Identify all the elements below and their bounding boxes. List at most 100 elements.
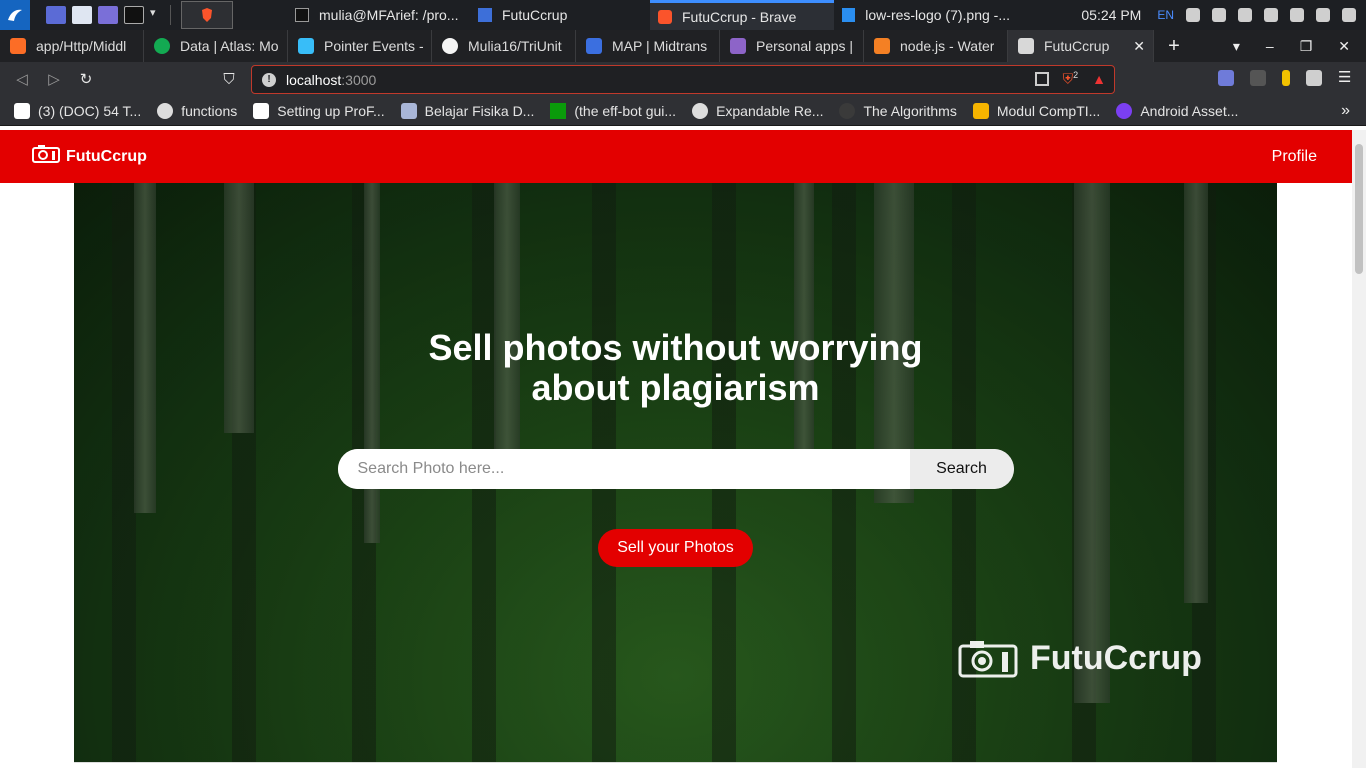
- globe-icon: [157, 102, 174, 119]
- bookmark-expandable[interactable]: Expandable Re...: [692, 102, 823, 119]
- vpn-icon[interactable]: [1212, 8, 1226, 22]
- quick-launch: ▾: [46, 6, 160, 24]
- gitlab-icon: [10, 38, 26, 54]
- pattern-icon: [400, 102, 417, 119]
- profile-link[interactable]: Profile: [1272, 148, 1317, 166]
- browser-menu-icon[interactable]: ☰: [1338, 70, 1354, 86]
- taskbar-task-terminal[interactable]: mulia@MFArief: /pro...: [287, 0, 470, 30]
- hero-section: Sell photos without worrying about plagi…: [74, 183, 1277, 763]
- bookmark-icon[interactable]: ⛉: [213, 71, 245, 88]
- scrollbar-thumb[interactable]: [1355, 144, 1363, 274]
- bookmark-functions[interactable]: functions: [157, 102, 237, 119]
- omnibox-actions: ⛨2 ▲: [1034, 70, 1106, 88]
- address-port: :3000: [341, 71, 377, 88]
- color-extension-icon[interactable]: [1282, 70, 1290, 86]
- camera-logo-icon: [32, 145, 60, 168]
- brave-shields-icon[interactable]: ⛨2: [1063, 70, 1079, 88]
- search-button[interactable]: Search: [909, 449, 1014, 489]
- google-drive-icon: [972, 102, 989, 119]
- tab-gitlab[interactable]: app/Http/Middl: [0, 30, 144, 62]
- bookmark-effbot[interactable]: (the eff-bot gui...: [550, 102, 676, 119]
- android-asset-icon: [1116, 102, 1133, 119]
- academia-icon: [14, 102, 30, 119]
- browser-toolbar: ◁ ▷ ↻ ⛉ ! localhost:3000 ⛨2 ▲ ☰: [0, 62, 1366, 96]
- shields-count: 2: [1073, 70, 1079, 80]
- watermark-text: FutuCcrup: [1030, 639, 1202, 677]
- bookmarks-overflow-button[interactable]: »: [1341, 102, 1350, 120]
- browser-tab-strip: app/Http/Middl Data | Atlas: Mo Pointer …: [0, 30, 1366, 62]
- brave-launcher-icon[interactable]: [181, 1, 233, 29]
- back-icon[interactable]: ◁: [6, 70, 38, 88]
- window-controls: ▾ – ❐ ✕: [1233, 30, 1366, 62]
- futuccrup-watermark: FutuCcrup: [958, 639, 1202, 678]
- forward-icon[interactable]: ▷: [38, 70, 70, 88]
- globe-icon: [692, 102, 709, 119]
- brand-link[interactable]: FutuCcrup: [32, 145, 147, 168]
- power-icon[interactable]: [1342, 8, 1356, 22]
- taskbar-task-vscode[interactable]: low-res-logo (7).png -...: [834, 0, 1018, 30]
- tab-futuccrup[interactable]: FutuCcrup ✕: [1008, 30, 1154, 62]
- incognito-hat-icon[interactable]: [1250, 70, 1266, 86]
- desktop-icon[interactable]: [46, 6, 66, 24]
- keyboard-layout[interactable]: EN: [1157, 8, 1174, 22]
- qr-code-icon[interactable]: [1034, 71, 1049, 86]
- file-manager-icon[interactable]: [72, 6, 92, 24]
- search-input[interactable]: [337, 449, 910, 489]
- sell-photos-button[interactable]: Sell your Photos: [598, 529, 753, 567]
- midtrans-icon: [586, 38, 602, 54]
- close-window-icon[interactable]: ✕: [1338, 38, 1350, 55]
- taskbar-task-brave[interactable]: FutuCcrup - Brave: [650, 0, 834, 30]
- maximize-icon[interactable]: ❐: [1300, 38, 1313, 55]
- start-menu-icon[interactable]: [0, 0, 30, 30]
- tab-stackoverflow[interactable]: node.js - Water: [864, 30, 1008, 62]
- mongodb-leaf-icon: [154, 38, 170, 54]
- brand-name: FutuCcrup: [66, 147, 147, 165]
- translate-extension-icon[interactable]: [1218, 70, 1234, 86]
- wifi-icon[interactable]: [1186, 8, 1200, 22]
- github-icon: [442, 38, 458, 54]
- bookmark-academia[interactable]: (3) (DOC) 54 T...: [14, 102, 141, 119]
- camera-watermark-icon: [958, 640, 1018, 677]
- page-scrollbar[interactable]: [1352, 130, 1366, 768]
- brave-icon: [658, 9, 672, 24]
- site-info-icon[interactable]: !: [262, 72, 276, 87]
- system-tray: 05:24 PM EN: [1081, 0, 1366, 30]
- github-icon: [839, 102, 856, 119]
- bookmark-comptia[interactable]: Modul CompTI...: [972, 102, 1100, 119]
- taskbar-divider: [170, 5, 171, 25]
- address-bar[interactable]: ! localhost:3000 ⛨2 ▲: [251, 65, 1115, 94]
- bookmark-fisika[interactable]: Belajar Fisika D...: [400, 102, 534, 119]
- battery-icon[interactable]: [1290, 8, 1304, 22]
- close-tab-icon[interactable]: ✕: [1133, 38, 1145, 55]
- tailwind-icon: [298, 38, 314, 54]
- chevron-down-icon[interactable]: ▾: [150, 6, 160, 24]
- tab-pointer-events[interactable]: Pointer Events -: [288, 30, 432, 62]
- hero-title: Sell photos without worrying about plagi…: [428, 327, 923, 408]
- site-navbar: FutuCcrup Profile: [0, 130, 1352, 183]
- heroku-icon: [730, 38, 746, 54]
- volume-icon[interactable]: [1238, 8, 1252, 22]
- terminal-icon[interactable]: [124, 6, 144, 24]
- futuccrup-camera-icon: [1018, 38, 1034, 54]
- bookmark-algorithms[interactable]: The Algorithms: [839, 102, 957, 119]
- reload-icon[interactable]: ↻: [70, 70, 102, 88]
- clock[interactable]: 05:24 PM: [1081, 7, 1141, 23]
- brave-rewards-icon[interactable]: ▲: [1092, 71, 1106, 87]
- tab-midtrans[interactable]: MAP | Midtrans: [576, 30, 720, 62]
- tab-github[interactable]: Mulia16/TriUnit: [432, 30, 576, 62]
- tab-search-icon[interactable]: ▾: [1233, 38, 1240, 55]
- stackoverflow-icon: [874, 38, 890, 54]
- bookmark-android-assets[interactable]: Android Asset...: [1116, 102, 1238, 119]
- os-taskbar: ▾ mulia@MFArief: /pro... FutuCcrup FutuC…: [0, 0, 1366, 30]
- minimize-icon[interactable]: –: [1266, 38, 1274, 54]
- bookmark-profiling[interactable]: Setting up ProF...: [253, 102, 385, 119]
- lock-icon[interactable]: [1316, 8, 1330, 22]
- tab-heroku[interactable]: Personal apps |: [720, 30, 864, 62]
- taskbar-task-file-manager[interactable]: FutuCcrup: [470, 0, 650, 30]
- new-tab-button[interactable]: +: [1154, 35, 1194, 58]
- extensions-puzzle-icon[interactable]: [1306, 70, 1322, 86]
- tab-mongodb-atlas[interactable]: Data | Atlas: Mo: [144, 30, 288, 62]
- screen-recorder-icon[interactable]: [98, 6, 118, 24]
- green-square-icon: [550, 102, 567, 119]
- notification-bell-icon[interactable]: [1264, 8, 1278, 22]
